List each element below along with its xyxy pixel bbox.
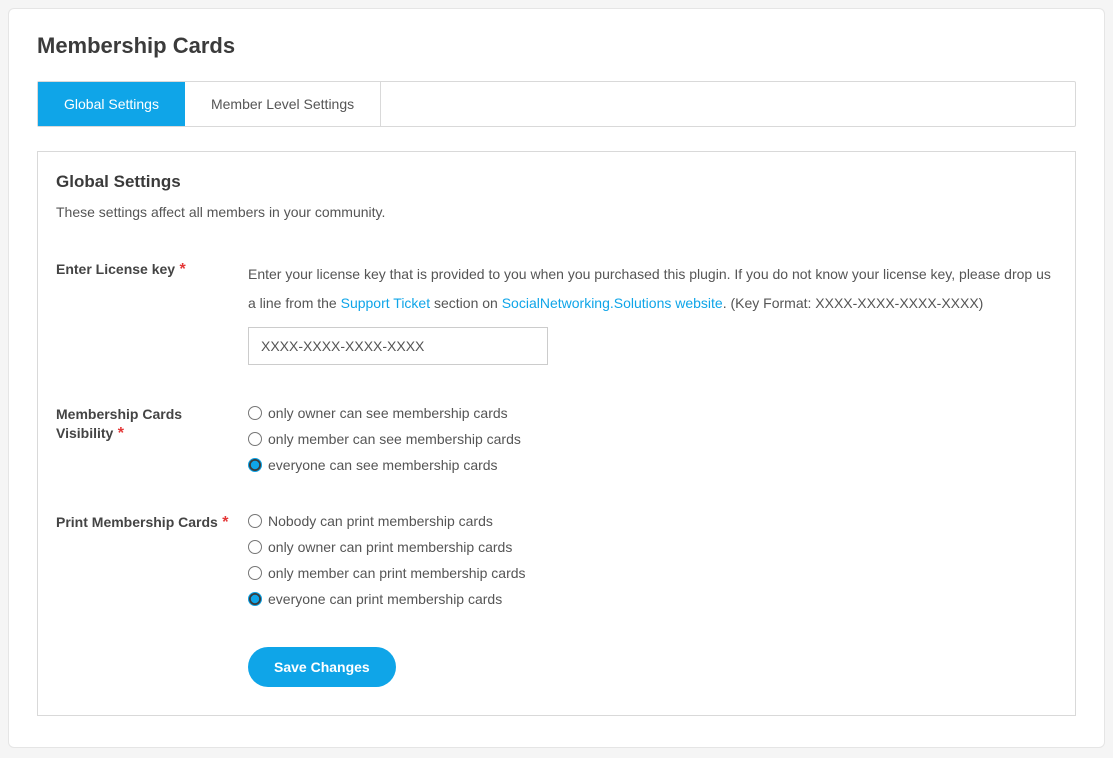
required-mark: * <box>118 425 124 442</box>
required-mark: * <box>180 261 186 278</box>
settings-box: Global Settings These settings affect al… <box>37 151 1076 716</box>
sns-website-link[interactable]: SocialNetworking.Solutions website <box>502 295 723 311</box>
print-radio-nobody-label[interactable]: Nobody can print membership cards <box>268 513 493 529</box>
save-button[interactable]: Save Changes <box>248 647 396 687</box>
visibility-radio-owner[interactable] <box>248 406 262 420</box>
print-row: Print Membership Cards * Nobody can prin… <box>56 513 1057 607</box>
box-heading: Global Settings <box>56 172 1057 192</box>
print-option-owner: only owner can print membership cards <box>248 539 1057 555</box>
print-option-everyone: everyone can print membership cards <box>248 591 1057 607</box>
print-option-member: only member can print membership cards <box>248 565 1057 581</box>
page-container: Membership Cards Global Settings Member … <box>8 8 1105 748</box>
license-help-mid: section on <box>430 295 502 311</box>
license-content: Enter your license key that is provided … <box>248 260 1057 365</box>
license-help-suffix: . (Key Format: XXXX-XXXX-XXXX-XXXX) <box>723 295 984 311</box>
print-radio-everyone[interactable] <box>248 592 262 606</box>
page-title: Membership Cards <box>37 33 1076 59</box>
visibility-row: Membership Cards Visibility * only owner… <box>56 405 1057 473</box>
support-ticket-link[interactable]: Support Ticket <box>341 295 431 311</box>
license-label-col: Enter License key * <box>56 260 248 280</box>
visibility-radio-everyone-label[interactable]: everyone can see membership cards <box>268 457 498 473</box>
visibility-label-col: Membership Cards Visibility * <box>56 405 248 444</box>
print-option-nobody: Nobody can print membership cards <box>248 513 1057 529</box>
button-row: Save Changes <box>56 647 1057 687</box>
visibility-option-member: only member can see membership cards <box>248 431 1057 447</box>
visibility-radio-group: only owner can see membership cards only… <box>248 405 1057 473</box>
visibility-radio-member[interactable] <box>248 432 262 446</box>
print-label-col: Print Membership Cards * <box>56 513 248 533</box>
license-label: Enter License key <box>56 261 175 277</box>
required-mark: * <box>222 514 228 531</box>
tab-member-level-settings[interactable]: Member Level Settings <box>185 82 381 126</box>
visibility-radio-owner-label[interactable]: only owner can see membership cards <box>268 405 508 421</box>
license-key-input[interactable] <box>248 327 548 365</box>
print-radio-everyone-label[interactable]: everyone can print membership cards <box>268 591 502 607</box>
tab-global-settings[interactable]: Global Settings <box>38 82 185 126</box>
print-radio-member[interactable] <box>248 566 262 580</box>
print-radio-owner[interactable] <box>248 540 262 554</box>
visibility-option-owner: only owner can see membership cards <box>248 405 1057 421</box>
print-radio-owner-label[interactable]: only owner can print membership cards <box>268 539 512 555</box>
print-radio-member-label[interactable]: only member can print membership cards <box>268 565 526 581</box>
box-subtext: These settings affect all members in you… <box>56 204 1057 220</box>
print-content: Nobody can print membership cards only o… <box>248 513 1057 607</box>
license-help-text: Enter your license key that is provided … <box>248 260 1057 319</box>
tabs-bar: Global Settings Member Level Settings <box>37 81 1076 127</box>
print-label: Print Membership Cards <box>56 514 218 530</box>
visibility-radio-member-label[interactable]: only member can see membership cards <box>268 431 521 447</box>
visibility-radio-everyone[interactable] <box>248 458 262 472</box>
print-radio-group: Nobody can print membership cards only o… <box>248 513 1057 607</box>
print-radio-nobody[interactable] <box>248 514 262 528</box>
visibility-content: only owner can see membership cards only… <box>248 405 1057 473</box>
visibility-option-everyone: everyone can see membership cards <box>248 457 1057 473</box>
license-row: Enter License key * Enter your license k… <box>56 260 1057 365</box>
